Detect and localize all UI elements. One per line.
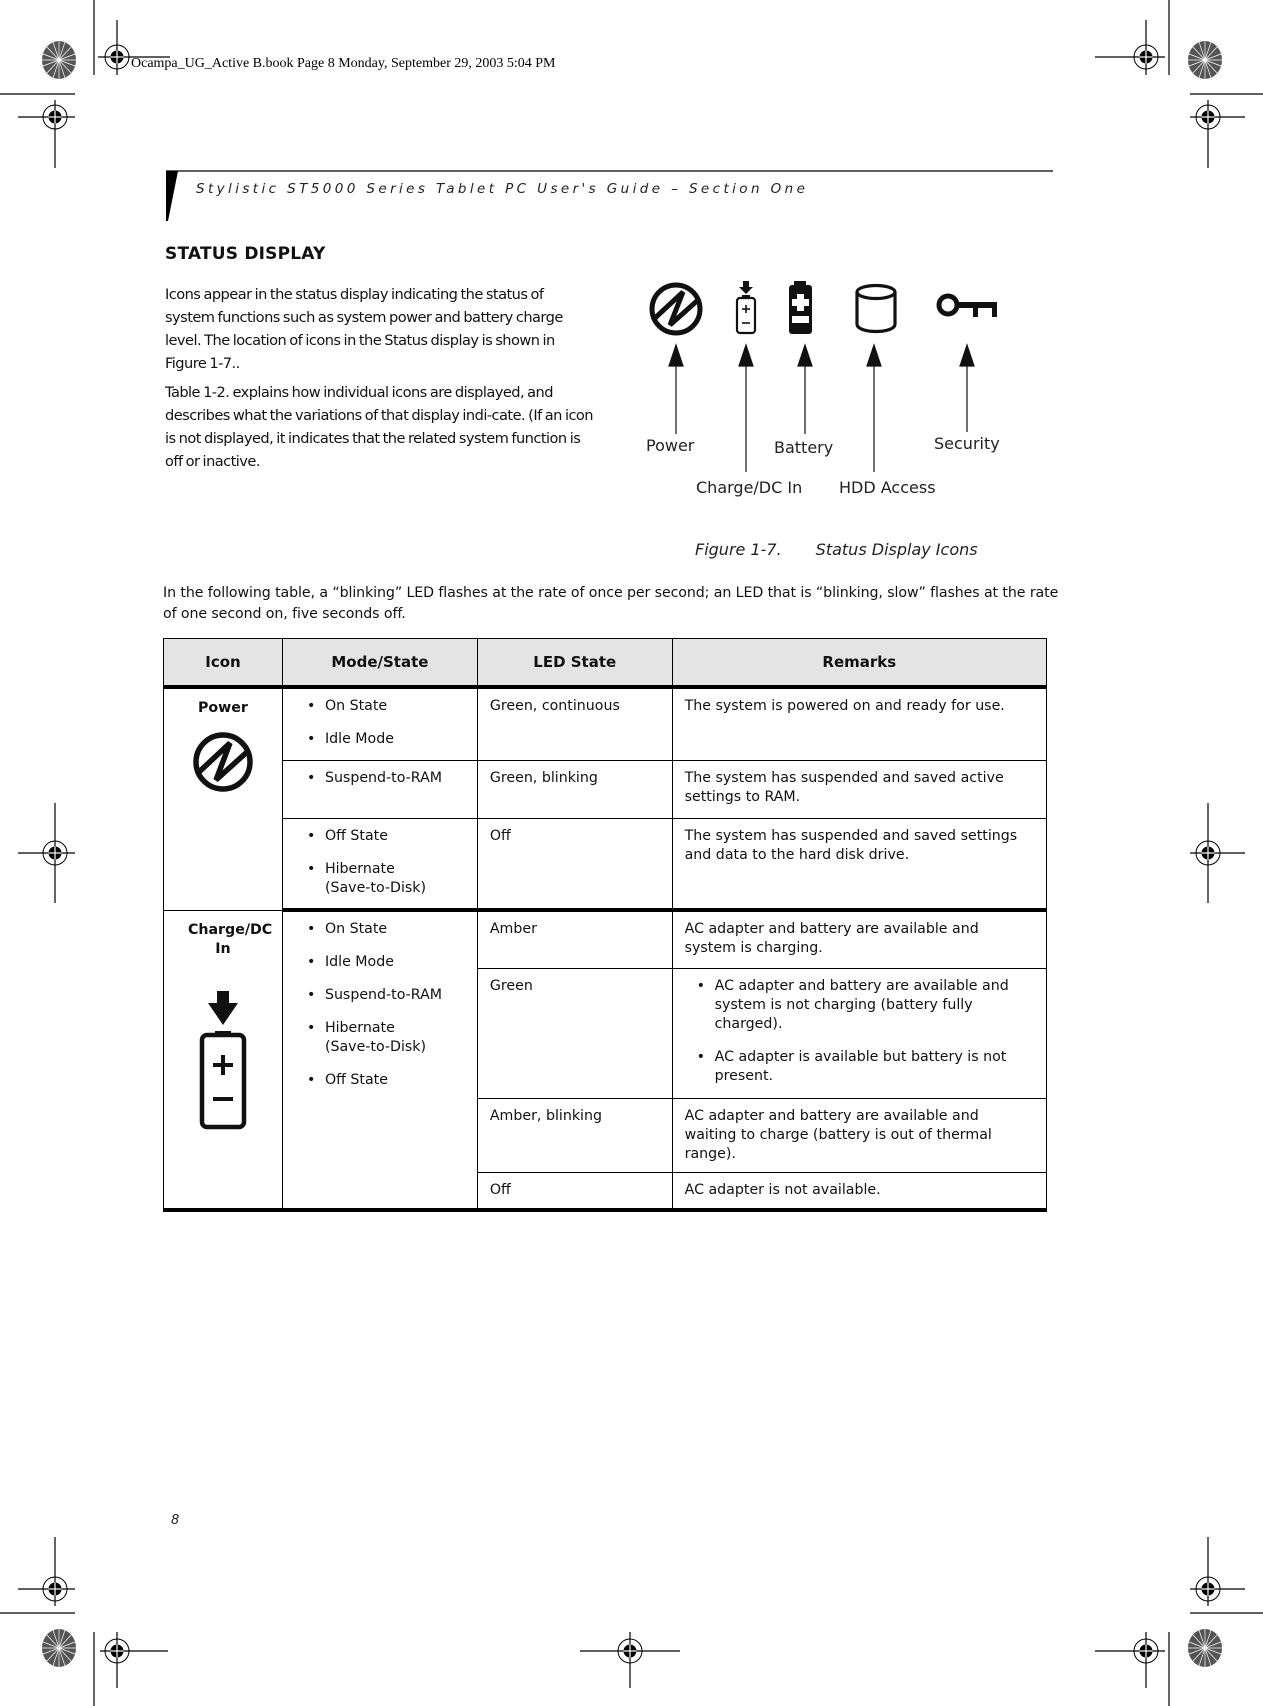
mode-item: On State (295, 920, 465, 939)
led-state-cell: Off (476, 1171, 673, 1212)
led-state-cell: Amber, blinking (476, 1097, 673, 1173)
led-state-cell: Amber (476, 909, 673, 969)
mode-item: Idle Mode (295, 953, 465, 972)
led-state-cell: Green, blinking (476, 759, 673, 819)
mode-item: Hibernate (Save-to-Disk) (295, 1019, 430, 1057)
figure-label-battery: Battery (774, 438, 834, 457)
icon-label-charge-dc-in: Charge/DC In (187, 921, 273, 957)
remarks-item: AC adapter is available but battery is n… (685, 1048, 1034, 1086)
figure-label-security: Security (934, 434, 1000, 453)
charge-dc-in-icon (199, 990, 247, 1129)
figure-caption: Figure 1-7. Status Display Icons (695, 540, 978, 559)
remarks-cell: The system has suspended and saved setti… (671, 817, 1048, 912)
mode-item: Off State (295, 827, 465, 846)
figure-label-charge-dc-in: Charge/DC In (696, 478, 803, 497)
power-icon (193, 732, 253, 792)
hdd-access-icon (855, 283, 897, 334)
figure-label-hdd-access: HDD Access (839, 478, 936, 497)
icon-cell-charge-dc-in: Charge/DC In (163, 909, 283, 1212)
table-row: Off State Hibernate (Save-to-Disk) Off T… (164, 817, 1048, 912)
figure-title: Status Display Icons (815, 540, 978, 559)
page-number: 8 (171, 1513, 180, 1528)
mode-cell: On State Idle Mode Suspend-to-RAM Hibern… (281, 909, 478, 1212)
column-header-remarks: Remarks (671, 638, 1048, 689)
column-header-led-state: LED State (476, 638, 673, 689)
battery-icon (789, 281, 812, 334)
security-key-icon (936, 293, 997, 317)
led-state-cell: Green (476, 967, 673, 1099)
led-state-cell: Green, continuous (476, 686, 673, 761)
table-row: Power On State Idle Mode Green, continuo… (163, 686, 1048, 911)
icon-label-power: Power (198, 700, 248, 716)
mode-cell: Off State Hibernate (Save-to-Disk) (281, 817, 478, 912)
mode-item: Hibernate (Save-to-Disk) (295, 860, 430, 898)
status-icon-table: Icon Mode/State LED State Remarks Power … (163, 638, 1048, 1212)
mode-cell: Suspend-to-RAM (281, 759, 478, 819)
remarks-cell: AC adapter and battery are available and… (671, 1097, 1048, 1173)
mode-cell: On State Idle Mode (281, 686, 478, 761)
mode-item: Suspend-to-RAM (295, 769, 465, 788)
charge-dc-in-icon (735, 281, 757, 335)
mode-item: On State (295, 697, 465, 716)
remarks-item: AC adapter and battery are available and… (685, 977, 1034, 1034)
remarks-cell: The system has suspended and saved activ… (671, 759, 1048, 819)
figure-number: Figure 1-7. (695, 540, 782, 559)
table-row: Charge/DC In On State Idle Mode Suspend-… (163, 909, 1048, 1212)
mode-item: Suspend-to-RAM (295, 986, 465, 1005)
figure-label-power: Power (646, 436, 695, 455)
icon-cell-power: Power (163, 686, 283, 911)
remarks-cell: The system is powered on and ready for u… (671, 686, 1048, 761)
remarks-cell: AC adapter is not available. (671, 1171, 1048, 1212)
table-note: In the following table, a “blinking” LED… (163, 585, 1059, 622)
mode-item: Idle Mode (295, 730, 465, 749)
column-header-mode-state: Mode/State (281, 638, 478, 689)
led-state-cell: Off (476, 817, 673, 912)
remarks-cell: AC adapter and battery are available and… (671, 909, 1048, 969)
power-icon (649, 282, 703, 336)
table-header-row: Icon Mode/State LED State Remarks (163, 638, 1048, 689)
mode-item: Off State (295, 1071, 465, 1090)
column-header-icon: Icon (163, 638, 283, 689)
table-row: Suspend-to-RAM Green, blinking The syste… (164, 759, 1048, 819)
remarks-cell: AC adapter and battery are available and… (671, 967, 1048, 1099)
